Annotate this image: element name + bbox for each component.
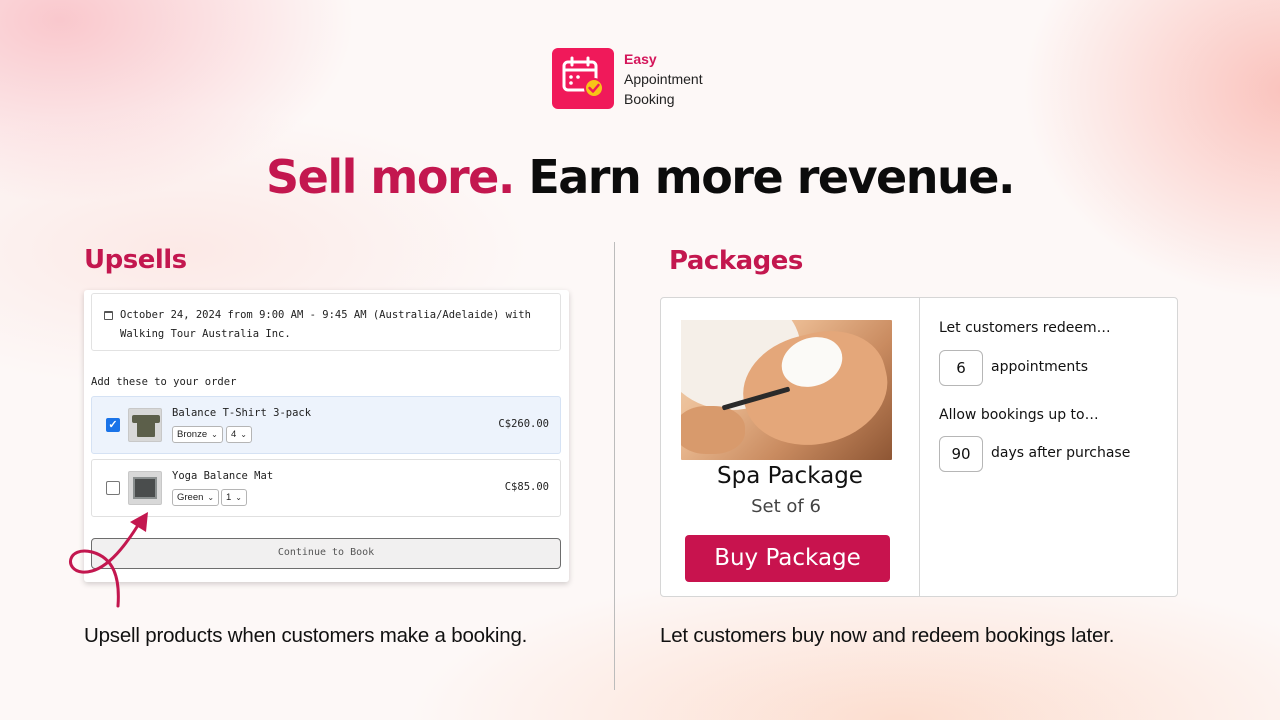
upsell-item-name: Yoga Balance Mat [172,470,274,482]
upsell-item-price: C$85.00 [504,481,549,493]
calendar-check-icon [552,48,614,109]
upsells-title: Upsells [84,245,187,275]
upsell-item-tshirt[interactable]: ✓ Balance T-Shirt 3-pack Bronze ⌄ 4 ⌄ C$26… [91,396,561,454]
logo-wordmark: Easy Appointment Booking [624,49,703,109]
package-card: Spa Package Set of 6 Buy Package Let cus… [660,297,1178,597]
chevron-down-icon: ⌄ [211,430,218,439]
quantity-value: 4 [231,429,237,440]
chevron-down-icon: ⌄ [207,493,215,502]
headline-main: Earn more revenue. [528,150,1015,204]
logo-line-1: Easy [624,50,657,67]
chevron-down-icon: ⌄ [235,493,242,502]
mat-thumbnail [128,471,162,505]
chevron-down-icon: ⌄ [240,430,247,439]
logo-line-3: Booking [624,90,675,107]
upsell-item-price: C$260.00 [498,418,549,430]
redeem-unit-label: appointments [991,359,1089,375]
spa-facial-photo [681,320,892,460]
variant-select-mat[interactable]: Green ⌄ [172,489,220,506]
quantity-select-mat[interactable]: 1 ⌄ [221,489,247,506]
headline-accent: Sell more. [266,150,515,204]
booking-window-input[interactable]: 90 [939,436,983,472]
tshirt-thumbnail [128,408,162,442]
booking-window-label: Allow bookings up to… [939,407,1099,423]
upsell-item-name: Balance T-Shirt 3-pack [172,407,312,419]
variant-value: Green [177,492,204,503]
variant-value: Bronze [177,429,208,440]
package-name: Spa Package [717,463,863,489]
logo-line-2: Appointment [624,70,703,87]
packages-caption: Let customers buy now and redeem booking… [660,624,1115,647]
calendar-icon [104,311,113,320]
section-divider [614,242,615,690]
upsells-caption: Upsell products when customers make a bo… [84,624,528,647]
package-subtitle: Set of 6 [751,496,821,517]
package-card-divider [919,298,920,596]
quantity-select-tshirt[interactable]: 4 ⌄ [226,426,252,443]
add-to-order-label: Add these to your order [91,376,237,388]
booking-summary: October 24, 2024 from 9:00 AM - 9:45 AM … [91,293,561,351]
variant-select-tshirt[interactable]: Bronze ⌄ [172,426,223,443]
booking-summary-text: October 24, 2024 from 9:00 AM - 9:45 AM … [120,309,531,340]
booking-window-unit-label: days after purchase [991,445,1131,461]
upsell-checkbox-tshirt[interactable]: ✓ [106,418,120,432]
headline: Sell more. Earn more revenue. [0,150,1280,204]
curved-arrow-icon [69,512,148,608]
redeem-label: Let customers redeem… [939,320,1111,336]
redeem-count-input[interactable]: 6 [939,350,983,386]
buy-package-button[interactable]: Buy Package [685,535,890,582]
app-logo: Easy Appointment Booking [552,48,703,109]
packages-title: Packages [669,246,803,276]
upsell-checkbox-mat[interactable] [106,481,120,495]
quantity-value: 1 [226,492,232,503]
